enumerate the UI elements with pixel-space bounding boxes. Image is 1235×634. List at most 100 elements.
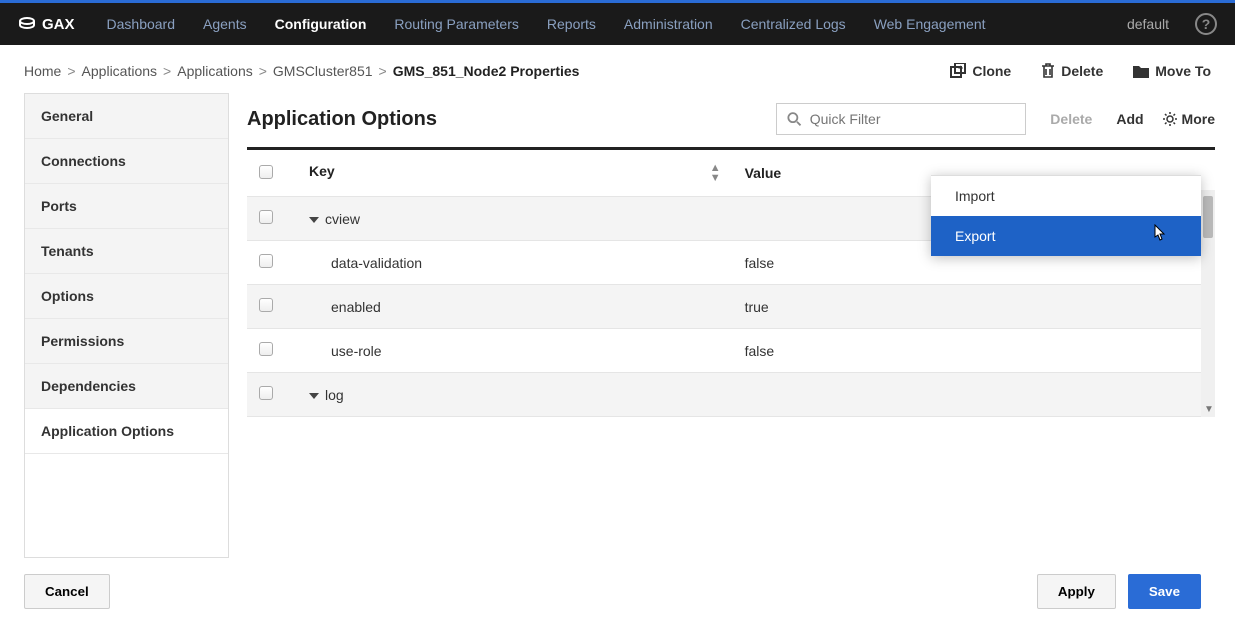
option-value: true xyxy=(745,299,769,315)
scroll-down-icon[interactable]: ▼ xyxy=(1204,404,1214,415)
option-key: data-validation xyxy=(309,255,422,271)
option-row[interactable]: use-role false xyxy=(247,329,1215,373)
dropdown-item-label: Import xyxy=(955,188,995,204)
nav-agents[interactable]: Agents xyxy=(189,2,261,47)
main-title: Application Options xyxy=(247,108,776,131)
nav-label: Routing Parameters xyxy=(394,16,519,32)
cancel-button[interactable]: Cancel xyxy=(24,574,110,609)
sidebar-item-label: Application Options xyxy=(41,423,174,439)
body-area: General Connections Ports Tenants Option… xyxy=(0,93,1235,558)
sidebar-item-permissions[interactable]: Permissions xyxy=(25,319,228,364)
sidebar-item-general[interactable]: General xyxy=(25,94,228,139)
group-key: log xyxy=(325,387,344,403)
caret-down-icon[interactable] xyxy=(309,217,319,223)
sidebar-item-application-options[interactable]: Application Options xyxy=(25,409,228,454)
footer: Cancel Apply Save xyxy=(0,558,1235,625)
sidebar-item-label: Ports xyxy=(41,198,77,214)
col-value-label: Value xyxy=(745,165,782,181)
option-value: false xyxy=(745,343,775,359)
nav-routing-parameters[interactable]: Routing Parameters xyxy=(380,2,533,47)
table-scrollbar[interactable]: ▼ xyxy=(1201,190,1215,417)
crumb-sep: > xyxy=(379,63,387,79)
nav-label: Dashboard xyxy=(107,16,176,32)
cursor-pointer-icon xyxy=(1151,224,1167,244)
trash-icon xyxy=(1041,63,1055,79)
caret-down-icon[interactable] xyxy=(309,393,319,399)
crumb-applications-1[interactable]: Applications xyxy=(82,63,158,79)
nav-configuration[interactable]: Configuration xyxy=(261,0,381,45)
delete-page-label: Delete xyxy=(1061,63,1103,79)
brand: GAX xyxy=(18,15,75,33)
table-delete-button[interactable]: Delete xyxy=(1050,111,1092,127)
sidebar-item-tenants[interactable]: Tenants xyxy=(25,229,228,274)
dropdown-import[interactable]: Import xyxy=(931,176,1201,216)
sidebar-item-label: General xyxy=(41,108,93,124)
nav-web-engagement[interactable]: Web Engagement xyxy=(860,2,1000,47)
group-row-log[interactable]: log xyxy=(247,373,1215,417)
top-nav: GAX Dashboard Agents Configuration Routi… xyxy=(0,0,1235,45)
clone-icon: + xyxy=(950,63,966,79)
crumb-applications-2[interactable]: Applications xyxy=(177,63,253,79)
brand-label: GAX xyxy=(42,16,75,33)
crumb-cluster[interactable]: GMSCluster851 xyxy=(273,63,373,79)
clone-button[interactable]: + Clone xyxy=(950,63,1011,79)
row-checkbox[interactable] xyxy=(259,210,273,224)
col-key-label: Key xyxy=(309,163,335,179)
more-dropdown: Import Export xyxy=(931,175,1201,256)
breadcrumb: Home > Applications > Applications > GMS… xyxy=(24,63,579,79)
sidebar-item-dependencies[interactable]: Dependencies xyxy=(25,364,228,409)
nav-label: Configuration xyxy=(275,16,367,32)
more-button[interactable]: More xyxy=(1162,111,1215,127)
save-label: Save xyxy=(1149,584,1180,599)
col-key-header[interactable]: Key ▲▼ xyxy=(297,150,733,197)
table-add-button[interactable]: Add xyxy=(1116,111,1143,127)
move-to-button[interactable]: Move To xyxy=(1133,63,1211,79)
row-checkbox[interactable] xyxy=(259,298,273,312)
apply-label: Apply xyxy=(1058,584,1095,599)
more-label: More xyxy=(1182,111,1215,127)
col-check-header xyxy=(247,150,297,197)
nav-label: Administration xyxy=(624,16,713,32)
sidebar-item-label: Tenants xyxy=(41,243,94,259)
user-menu[interactable]: default xyxy=(1113,2,1183,47)
dropdown-export[interactable]: Export xyxy=(931,216,1201,256)
quick-filter[interactable] xyxy=(776,103,1026,135)
crumb-home[interactable]: Home xyxy=(24,63,61,79)
row-checkbox[interactable] xyxy=(259,254,273,268)
option-row[interactable]: enabled true xyxy=(247,285,1215,329)
delete-page-button[interactable]: Delete xyxy=(1041,63,1103,79)
row-checkbox[interactable] xyxy=(259,386,273,400)
nav-label: Reports xyxy=(547,16,596,32)
nav-dashboard[interactable]: Dashboard xyxy=(93,2,190,47)
crumb-sep: > xyxy=(67,63,75,79)
sidebar-item-connections[interactable]: Connections xyxy=(25,139,228,184)
sidebar-item-ports[interactable]: Ports xyxy=(25,184,228,229)
apply-button[interactable]: Apply xyxy=(1037,574,1116,609)
save-button[interactable]: Save xyxy=(1128,574,1201,609)
nav-label: Agents xyxy=(203,16,247,32)
crumb-sep: > xyxy=(163,63,171,79)
clone-label: Clone xyxy=(972,63,1011,79)
nav-label: Web Engagement xyxy=(874,16,986,32)
row-checkbox[interactable] xyxy=(259,342,273,356)
folder-icon xyxy=(1133,64,1149,78)
scrollbar-thumb[interactable] xyxy=(1203,196,1213,238)
main-panel: Application Options Delete Add More Key xyxy=(247,93,1215,558)
nav-reports[interactable]: Reports xyxy=(533,2,610,47)
select-all-checkbox[interactable] xyxy=(259,165,273,179)
brand-logo-icon xyxy=(18,15,36,33)
gear-icon xyxy=(1162,111,1178,127)
quick-filter-input[interactable] xyxy=(810,111,1016,127)
move-to-label: Move To xyxy=(1155,63,1211,79)
sidebar-item-label: Options xyxy=(41,288,94,304)
nav-centralized-logs[interactable]: Centralized Logs xyxy=(727,2,860,47)
help-icon[interactable]: ? xyxy=(1195,13,1217,35)
nav-administration[interactable]: Administration xyxy=(610,2,727,47)
user-menu-label: default xyxy=(1127,16,1169,32)
main-header: Application Options Delete Add More xyxy=(247,93,1215,147)
sidebar-item-label: Dependencies xyxy=(41,378,136,394)
sidebar-item-options[interactable]: Options xyxy=(25,274,228,319)
option-value: false xyxy=(745,255,775,271)
sidebar-item-label: Permissions xyxy=(41,333,124,349)
sidebar: General Connections Ports Tenants Option… xyxy=(24,93,229,558)
